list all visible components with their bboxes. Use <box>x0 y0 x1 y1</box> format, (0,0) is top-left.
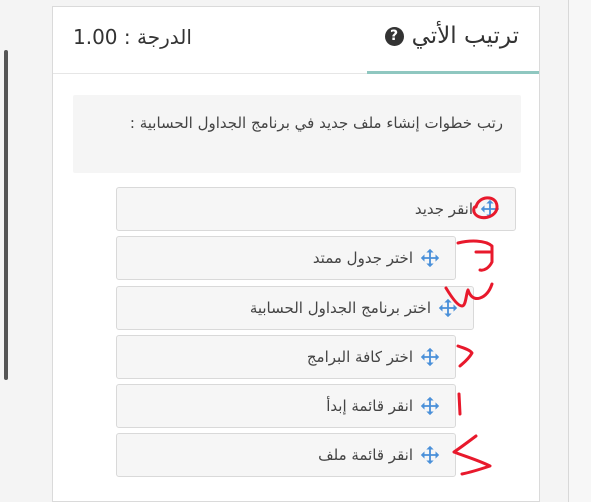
scrollbar[interactable] <box>4 50 8 380</box>
move-arrows-icon <box>438 298 458 318</box>
item-label: انقر جديد <box>414 200 473 218</box>
header-accent-line <box>367 71 539 74</box>
sortable-item[interactable]: انقر جديد <box>116 187 516 231</box>
question-title: ترتيب الأتي ? <box>384 23 519 49</box>
item-label: انقر قائمة ملف <box>318 446 413 464</box>
sortable-item[interactable]: اختر جدول ممتد <box>116 236 456 280</box>
item-label: اختر كافة البرامج <box>306 348 413 366</box>
sortable-item[interactable]: انقر قائمة ملف <box>116 433 456 477</box>
move-arrows-icon <box>420 347 440 367</box>
sortable-item[interactable]: انقر قائمة إبدأ <box>116 384 456 428</box>
question-title-text: ترتيب الأتي <box>411 23 519 49</box>
move-arrows-icon <box>420 445 440 465</box>
grade-label: الدرجة : 1.00 <box>73 25 192 49</box>
move-arrows-icon <box>480 199 500 219</box>
move-arrows-icon <box>420 396 440 416</box>
item-label: اختر برنامج الجداول الحسابية <box>249 299 431 317</box>
question-prompt: رتب خطوات إنشاء ملف جديد في برنامج الجدا… <box>73 95 521 173</box>
question-card: ترتيب الأتي ? الدرجة : 1.00 رتب خطوات إن… <box>52 6 540 502</box>
item-label: اختر جدول ممتد <box>312 249 413 267</box>
sortable-item[interactable]: اختر برنامج الجداول الحسابية <box>116 286 474 330</box>
side-panel-edge <box>568 0 591 502</box>
question-header: ترتيب الأتي ? الدرجة : 1.00 <box>53 7 539 74</box>
sortable-item[interactable]: اختر كافة البرامج <box>116 335 456 379</box>
move-arrows-icon <box>420 248 440 268</box>
question-circle-icon[interactable]: ? <box>384 26 404 46</box>
item-label: انقر قائمة إبدأ <box>326 397 413 415</box>
